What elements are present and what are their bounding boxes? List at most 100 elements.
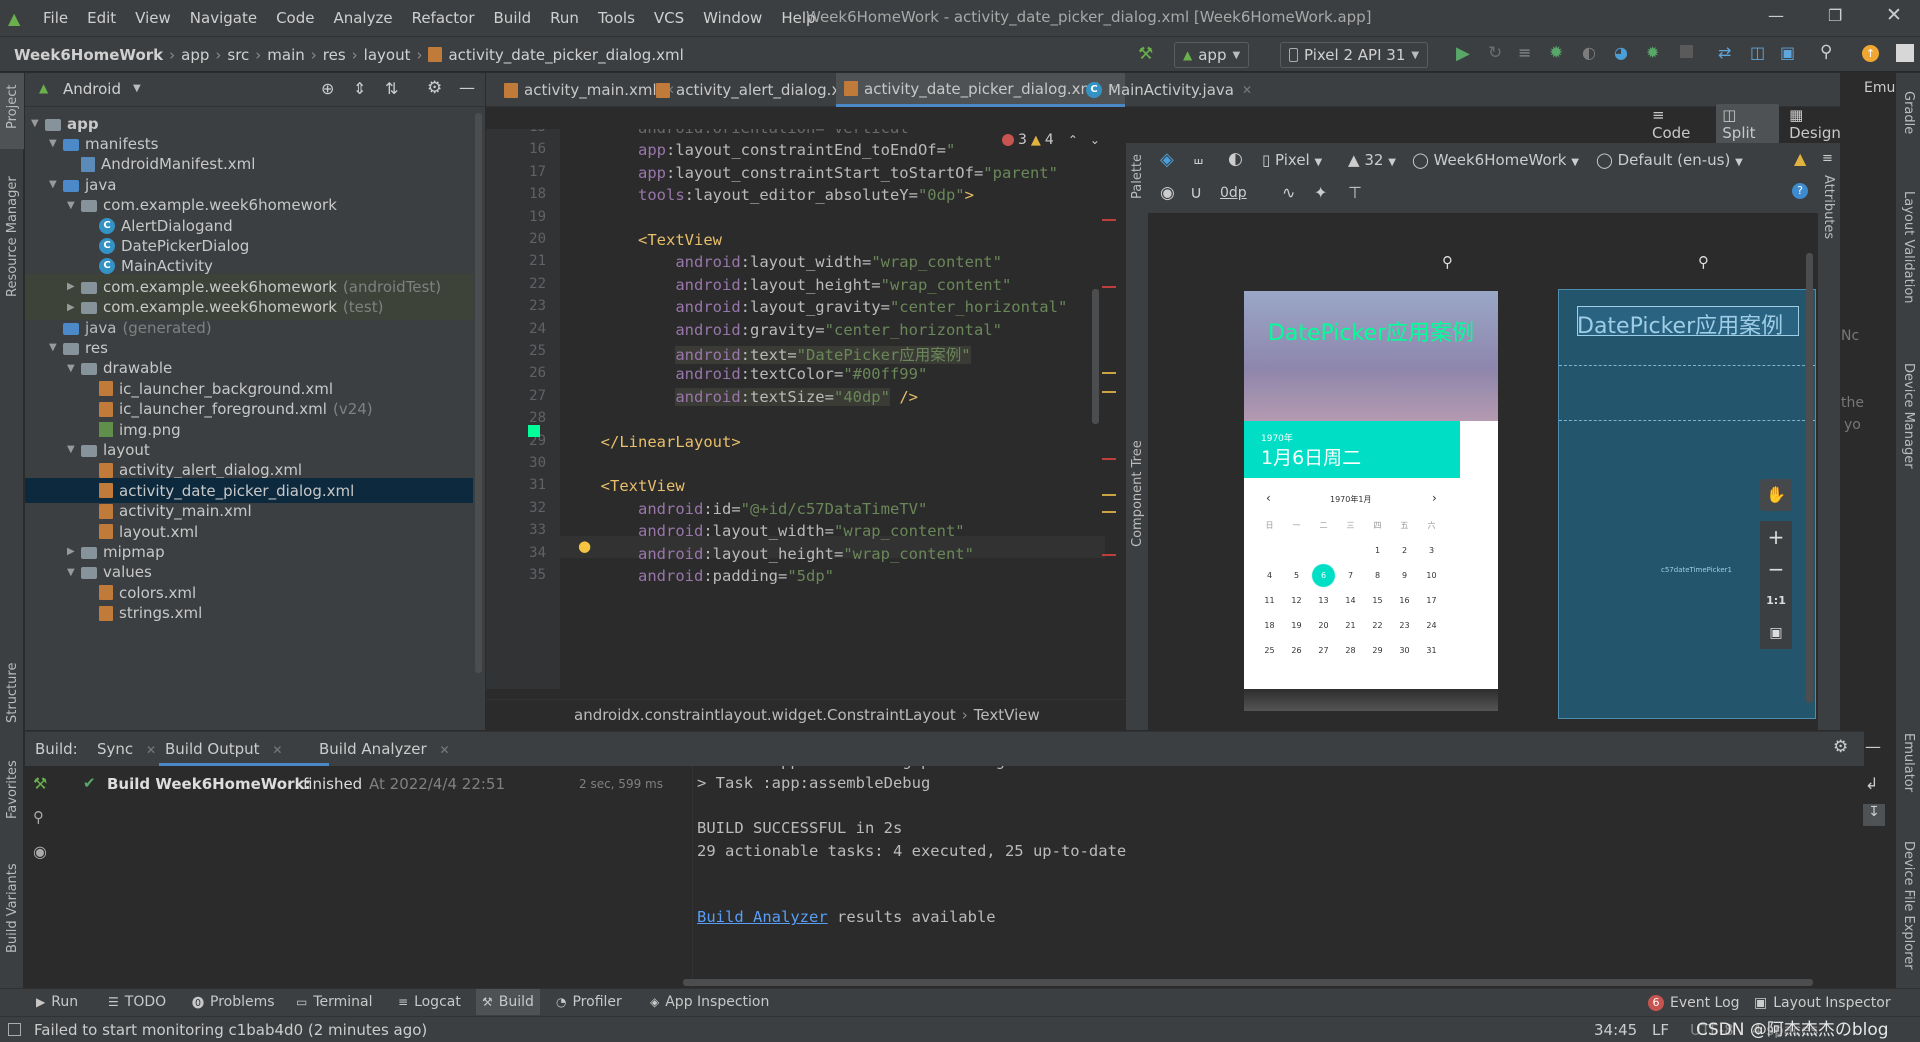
device-selector[interactable]: ▯ Pixel ▼ (1262, 151, 1322, 169)
calendar-day[interactable]: 31 (1418, 638, 1445, 663)
close-tab-icon[interactable]: ✕ (1242, 83, 1252, 97)
bottom-tab-app-inspection[interactable]: ◈ App Inspection (650, 989, 769, 1015)
calendar-day[interactable]: 14 (1337, 588, 1364, 613)
chevron-down-icon[interactable]: ▼ (67, 567, 81, 578)
tree-scrollbar[interactable] (475, 113, 482, 673)
infer-constraints-icon[interactable]: ✦ (1314, 183, 1327, 202)
attributes-icon[interactable]: ≡ (1822, 151, 1833, 166)
calendar-day[interactable]: 10 (1418, 563, 1445, 588)
layers-icon[interactable]: ◈ (1160, 149, 1174, 170)
breadcrumb-item[interactable]: app (181, 46, 209, 64)
chevron-right-icon[interactable]: ▶ (67, 281, 81, 292)
debug-icon[interactable]: ✹ (1549, 43, 1563, 63)
expand-all-icon[interactable]: ⇕ (353, 79, 366, 98)
sdk-manager-icon[interactable]: ▣ (1780, 43, 1795, 62)
bottom-tab-profiler[interactable]: ◔ Profiler (556, 989, 622, 1015)
run-config-dropdown[interactable]: ▲ app ▼ (1174, 42, 1250, 68)
calendar-day[interactable]: 27 (1310, 638, 1337, 663)
calendar-day[interactable]: 16 (1391, 588, 1418, 613)
canvas-scrollbar-vertical[interactable] (1806, 253, 1813, 703)
calendar-day[interactable]: 29 (1364, 638, 1391, 663)
breadcrumb-item[interactable]: layout (364, 46, 411, 64)
menu-code[interactable]: Code (276, 9, 314, 27)
warning-icon[interactable]: ▲ (1794, 149, 1806, 168)
hide-panel-icon[interactable]: — (459, 78, 475, 97)
strip-layout-validation[interactable]: Layout Validation (1901, 191, 1916, 304)
chevron-down-icon[interactable]: ▼ (31, 118, 45, 129)
calendar-day[interactable]: 22 (1364, 613, 1391, 638)
code-mode-button[interactable]: ≡ Code (1646, 104, 1712, 144)
chevron-up-icon[interactable]: ⌃ (1068, 133, 1078, 147)
menu-navigate[interactable]: Navigate (190, 9, 257, 27)
device-manager-icon[interactable]: ◫ (1750, 43, 1765, 62)
chevron-right-icon[interactable]: › (1432, 491, 1437, 505)
breadcrumb-item[interactable]: res (323, 46, 346, 64)
night-mode-icon[interactable]: ◐ (1228, 149, 1243, 169)
calendar-day[interactable]: 25 (1256, 638, 1283, 663)
component-tree-tab[interactable]: Component Tree (1130, 440, 1145, 547)
calendar-day[interactable]: 28 (1337, 638, 1364, 663)
project-view-dropdown[interactable]: Android (63, 80, 121, 98)
bottom-tab-build[interactable]: ⚒ Build (476, 989, 540, 1015)
restore-button[interactable]: ❐ (1828, 6, 1842, 25)
cursor-position[interactable]: 34:45 (1594, 1021, 1637, 1039)
strip-gradle[interactable]: Gradle (1901, 91, 1916, 134)
theme-selector[interactable]: ◯ Week6HomeWork ▼ (1412, 151, 1579, 169)
update-icon[interactable]: ↑ (1862, 45, 1879, 62)
calendar-day[interactable]: 8 (1364, 563, 1391, 588)
menu-tools[interactable]: Tools (598, 9, 635, 27)
code-editor[interactable]: 1516171819202122232425262728293031323334… (486, 129, 1118, 689)
zoom-in-button[interactable]: + (1760, 521, 1792, 553)
breadcrumb-item[interactable]: src (227, 46, 249, 64)
zoom-fit-button[interactable]: ▣ (1760, 617, 1792, 649)
chevron-down-icon[interactable]: ▼ (49, 179, 63, 190)
gear-icon[interactable]: ⚙ (427, 78, 442, 98)
strip-device-file-explorer[interactable]: Device File Explorer (1901, 841, 1916, 970)
chevron-down-icon[interactable]: ▼ (49, 342, 63, 353)
calendar-day[interactable] (1337, 538, 1364, 563)
menu-file[interactable]: File (43, 9, 68, 27)
rerun-icon[interactable]: ↻ (1488, 43, 1502, 63)
calendar-day[interactable]: 24 (1418, 613, 1445, 638)
collapse-all-icon[interactable]: ⇅ (385, 79, 398, 98)
calendar-day[interactable]: 12 (1283, 588, 1310, 613)
calendar-day[interactable] (1256, 538, 1283, 563)
split-mode-button[interactable]: ◫ Split (1716, 104, 1780, 144)
calendar-day[interactable]: 9 (1391, 563, 1418, 588)
menu-view[interactable]: View (135, 9, 171, 27)
menu-run[interactable]: Run (550, 9, 579, 27)
calendar-day[interactable]: 1 (1364, 538, 1391, 563)
calendar-day[interactable]: 26 (1283, 638, 1310, 663)
magnet-icon[interactable]: ∪ (1190, 183, 1202, 203)
strip-build-variants[interactable]: Build Variants (5, 863, 20, 953)
strip-device-manager[interactable]: Device Manager (1901, 363, 1916, 469)
layout-inspector-button[interactable]: ▣ Layout Inspector (1754, 992, 1891, 1014)
calendar-day[interactable] (1310, 538, 1337, 563)
bottom-tab-logcat[interactable]: ≡ Logcat (398, 989, 461, 1015)
zoom-actual-button[interactable]: 1:1 (1760, 585, 1792, 617)
calendar-day[interactable]: 3 (1418, 538, 1445, 563)
editor-tab[interactable]: C MainActivity.java ✕ (1078, 73, 1260, 107)
chevron-down-icon[interactable]: ▼ (67, 200, 81, 211)
menu-window[interactable]: Window (703, 9, 762, 27)
calendar-day[interactable]: 4 (1256, 563, 1283, 588)
bottom-tab-problems[interactable]: ⓿ Problems (192, 989, 275, 1015)
chevron-down-icon[interactable]: ▼ (49, 138, 63, 149)
console-scrollbar[interactable] (683, 979, 1813, 986)
calendar-day[interactable]: 15 (1364, 588, 1391, 613)
menu-build[interactable]: Build (494, 9, 532, 27)
apply-changes-icon[interactable]: ≡ (1518, 43, 1531, 62)
menu-vcs[interactable]: VCS (654, 9, 684, 27)
pan-button[interactable]: ✋ (1760, 479, 1792, 511)
strip-resource-manager[interactable]: Resource Manager (5, 176, 20, 297)
build-tab-build-output[interactable]: Build Output ✕ (165, 740, 282, 758)
locale-selector[interactable]: ◯ Default (en-us) ▼ (1596, 151, 1743, 169)
device-dropdown[interactable]: Pixel 2 API 31 ▼ (1280, 42, 1429, 68)
inspection-widget[interactable]: 3 ▲ 4 ⌃ ⌄ (998, 129, 1104, 153)
clear-constraints-icon[interactable]: ∿ (1282, 183, 1295, 202)
menu-analyze[interactable]: Analyze (333, 9, 392, 27)
stop-icon[interactable] (1680, 45, 1693, 58)
close-window-button[interactable]: ✕ (1886, 4, 1902, 26)
breadcrumb-item[interactable]: activity_date_picker_dialog.xml (448, 46, 683, 64)
event-log-button[interactable]: 6 Event Log (1648, 992, 1740, 1014)
